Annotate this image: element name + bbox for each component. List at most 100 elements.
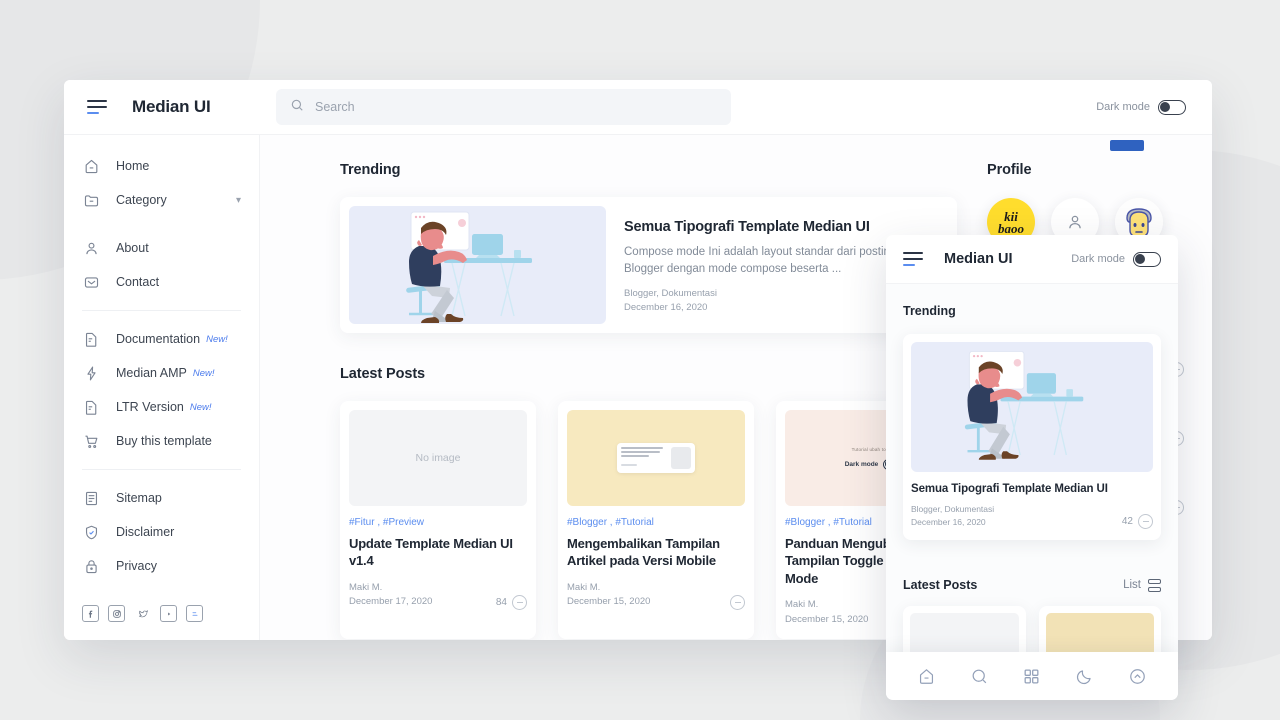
section-title-trending: Trending — [340, 162, 957, 178]
dark-mode-toggle[interactable] — [1133, 252, 1161, 267]
blogger-icon[interactable] — [186, 605, 203, 622]
sidebar-item-label: Sitemap — [116, 491, 162, 505]
sidebar-item-disclaimer[interactable]: Disclaimer — [64, 515, 259, 549]
mobile-body: Trending — [886, 284, 1178, 700]
dark-mode-label: Dark mode — [1071, 253, 1125, 265]
illustration-man-at-desk — [349, 206, 606, 324]
mobile-trending-card[interactable]: Semua Tipografi Template Median UI Blogg… — [903, 334, 1161, 540]
app-title: Median UI — [132, 97, 211, 117]
sidebar-item-label: About — [116, 241, 149, 255]
facebook-icon[interactable] — [82, 605, 99, 622]
section-title-profile: Profile — [987, 162, 1178, 178]
sidebar-item-contact[interactable]: Contact — [64, 265, 259, 299]
trending-post-thumbnail — [349, 206, 606, 324]
sidebar-item-label: Disclaimer — [116, 525, 174, 539]
post-meta: Blogger, Dokumentasi December 16, 2020 4… — [911, 503, 1153, 529]
twitter-icon[interactable] — [134, 605, 151, 622]
search-icon[interactable] — [970, 667, 989, 686]
hamburger-icon[interactable] — [903, 252, 923, 266]
top-bar: Median UI Search Dark mode — [64, 80, 1212, 135]
post-thumbnail — [567, 410, 745, 506]
post-title[interactable]: Semua Tipografi Template Median UI — [911, 483, 1153, 495]
trending-post-card[interactable]: Semua Tipografi Template Median UI Compo… — [340, 197, 957, 333]
instagram-icon[interactable] — [108, 605, 125, 622]
post-tags[interactable]: #Fitur , #Preview — [349, 517, 527, 528]
home-icon[interactable] — [917, 667, 936, 686]
sidebar-item-sitemap[interactable]: Sitemap — [64, 481, 259, 515]
folder-icon — [82, 191, 101, 210]
sidebar-item-category[interactable]: Category ▾ — [64, 183, 259, 217]
social-links — [64, 605, 259, 622]
sidebar-item-ltr-version[interactable]: LTR Version New! — [64, 390, 259, 424]
post-author: Maki M. — [567, 581, 650, 596]
section-title-latest-posts: Latest Posts — [340, 366, 425, 382]
mobile-bottom-nav — [886, 652, 1178, 700]
mobile-app-title: Median UI — [944, 251, 1012, 267]
post-thumbnail: No image — [349, 410, 527, 506]
search-wrap: Search — [276, 89, 731, 125]
mockup-text-lines — [621, 447, 667, 469]
sidebar-item-label: Buy this template — [116, 434, 212, 448]
envelope-icon — [82, 273, 101, 292]
sidebar-item-label: Contact — [116, 275, 159, 289]
comment-count-value: 84 — [496, 597, 507, 608]
comment-count[interactable] — [730, 595, 745, 610]
shield-check-icon — [82, 523, 101, 542]
dark-mode-toggle[interactable] — [1158, 100, 1186, 115]
sidebar-item-label: LTR Version — [116, 400, 184, 414]
post-date: December 15, 2020 — [567, 595, 650, 610]
search-input[interactable]: Search — [276, 89, 731, 125]
sidebar-item-home[interactable]: Home — [64, 149, 259, 183]
post-title[interactable]: Mengembalikan Tampilan Artikel pada Vers… — [567, 535, 745, 570]
comment-count[interactable]: 42 — [1122, 514, 1153, 529]
mobile-top-bar: Median UI Dark mode — [886, 235, 1178, 284]
sidebar-divider — [82, 310, 241, 311]
post-cards-row: No image #Fitur , #Preview Update Templa… — [340, 401, 957, 639]
sidebar-item-badge: New! — [206, 334, 228, 345]
blue-tab-marker — [1110, 140, 1144, 151]
document-icon — [82, 330, 101, 349]
post-title[interactable]: Update Template Median UI v1.4 — [349, 535, 527, 570]
sidebar-item-privacy[interactable]: Privacy — [64, 549, 259, 583]
sidebar-divider — [82, 469, 241, 470]
post-card[interactable]: #Blogger , #Tutorial Mengembalikan Tampi… — [558, 401, 754, 639]
post-card[interactable]: No image #Fitur , #Preview Update Templa… — [340, 401, 536, 639]
sidebar-item-badge: New! — [190, 402, 212, 413]
comment-bubble-icon — [730, 595, 745, 610]
grid-apps-icon[interactable] — [1022, 667, 1041, 686]
youtube-icon[interactable] — [160, 605, 177, 622]
user-icon — [1065, 212, 1085, 232]
post-meta-lines: Blogger, Dokumentasi December 16, 2020 — [911, 503, 994, 529]
sidebar-item-documentation[interactable]: Documentation New! — [64, 322, 259, 356]
post-categories: Blogger, Dokumentasi — [624, 287, 717, 302]
sidebar-item-median-amp[interactable]: Median AMP New! — [64, 356, 259, 390]
cart-icon — [82, 432, 101, 451]
hamburger-icon[interactable] — [87, 100, 107, 114]
sidebar-item-label: Home — [116, 159, 149, 173]
mockup-toggle-label: Dark mode — [845, 461, 879, 468]
sidebar-item-about[interactable]: About — [64, 231, 259, 265]
post-thumbnail — [911, 342, 1153, 472]
comment-count[interactable]: 84 — [496, 595, 527, 610]
no-image-label: No image — [416, 452, 461, 464]
post-date: December 16, 2020 — [911, 516, 994, 529]
view-mode-toggle[interactable]: List — [1123, 579, 1161, 592]
chevron-up-circle-icon[interactable] — [1128, 667, 1147, 686]
comment-bubble-icon — [512, 595, 527, 610]
post-author: Maki M. — [785, 598, 868, 613]
moon-icon[interactable] — [1075, 667, 1094, 686]
sidebar-item-buy-this-template[interactable]: Buy this template — [64, 424, 259, 458]
post-title[interactable]: Semua Tipografi Template Median UI — [624, 219, 938, 235]
latest-posts-header: Latest Posts List — [340, 366, 957, 382]
post-meta: Maki M. December 17, 2020 84 — [349, 581, 527, 610]
illustration-man-at-desk — [911, 342, 1153, 464]
post-meta-lines: Maki M. December 15, 2020 — [785, 598, 868, 627]
sidebar-item-label: Median AMP — [116, 366, 187, 380]
posts-column: Trending — [340, 162, 957, 639]
chevron-down-icon[interactable]: ▾ — [236, 195, 241, 206]
post-tags[interactable]: #Blogger , #Tutorial — [567, 517, 745, 528]
sidebar-item-label: Documentation — [116, 332, 200, 346]
mobile-latest-header: Latest Posts List — [903, 578, 1161, 592]
search-icon — [290, 98, 304, 117]
list-document-icon — [82, 489, 101, 508]
